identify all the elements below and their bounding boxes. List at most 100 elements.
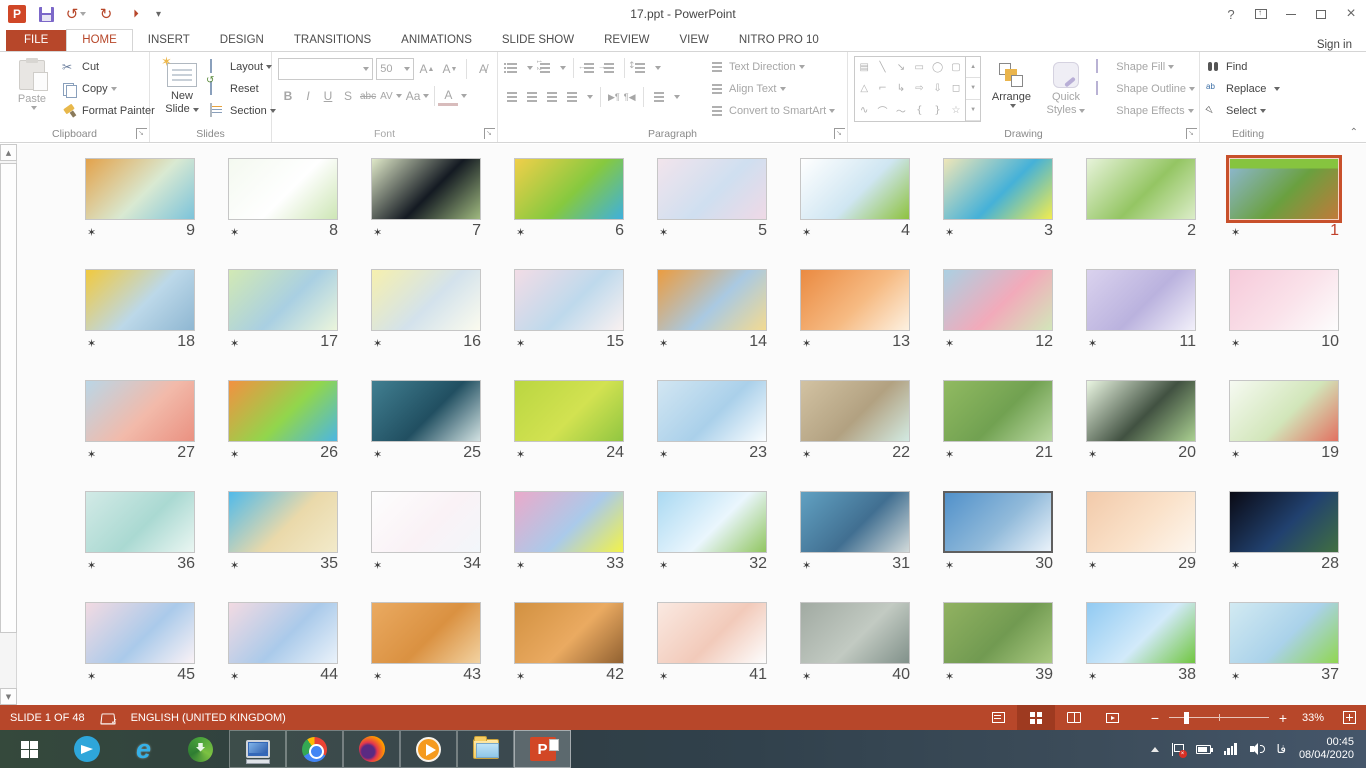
taskbar-app-chrome[interactable] xyxy=(286,730,343,768)
start-button[interactable] xyxy=(0,730,58,768)
taskbar-app-remote-desktop[interactable] xyxy=(229,730,286,768)
shapes-more-icon[interactable]: ▼ xyxy=(966,100,980,121)
slide-thumbnail-42[interactable] xyxy=(514,602,624,664)
slide-thumbnail-11[interactable] xyxy=(1086,269,1196,331)
action-center-icon[interactable]: × xyxy=(1172,743,1183,756)
zoom-percentage[interactable]: 33% xyxy=(1293,712,1333,724)
slide-thumbnail-35[interactable] xyxy=(228,491,338,553)
slide-thumbnail-9[interactable] xyxy=(85,158,195,220)
vertical-scrollbar[interactable]: ▲ ▼ xyxy=(0,144,17,705)
slide-thumbnail-21[interactable] xyxy=(943,380,1053,442)
slide-thumbnail-43[interactable] xyxy=(371,602,481,664)
line-spacing-icon[interactable] xyxy=(632,61,648,75)
slide-thumbnail-6[interactable] xyxy=(514,158,624,220)
taskbar-app-telegram[interactable] xyxy=(58,730,115,768)
shape-arc-icon[interactable]: ⌒ xyxy=(873,100,891,121)
language-indicator[interactable]: ENGLISH (UNITED KINGDOM) xyxy=(131,712,286,724)
slide-thumbnail-26[interactable] xyxy=(228,380,338,442)
slide-thumbnail-4[interactable] xyxy=(800,158,910,220)
convert-to-smartart-button[interactable]: Convert to SmartArt xyxy=(709,100,843,122)
reset-button[interactable]: Reset xyxy=(210,78,267,100)
undo-icon[interactable]: ↺ xyxy=(66,4,86,24)
shape-rounded-rectangle-icon[interactable]: ▢ xyxy=(947,57,965,78)
slide-sorter-view-button[interactable] xyxy=(1017,705,1055,730)
select-button[interactable]: Select xyxy=(1206,100,1292,122)
slide-thumbnail-3[interactable] xyxy=(943,158,1053,220)
clipboard-dialog-launcher[interactable] xyxy=(136,128,147,139)
taskbar-app-firefox[interactable] xyxy=(343,730,400,768)
repeat-icon[interactable]: ↻ xyxy=(96,4,116,24)
font-name-combo[interactable] xyxy=(278,58,373,80)
paste-button[interactable]: Paste xyxy=(6,56,58,124)
shape-elbow-arrow-icon[interactable]: ↳ xyxy=(892,78,910,99)
copy-button[interactable]: Copy xyxy=(62,78,145,100)
scroll-down-icon[interactable]: ▼ xyxy=(0,688,17,705)
zoom-out-button[interactable]: − xyxy=(1145,710,1165,726)
new-slide-button[interactable]: New Slide xyxy=(156,56,208,124)
tab-design[interactable]: DESIGN xyxy=(205,30,279,51)
slide-thumbnail-13[interactable] xyxy=(800,269,910,331)
slide-thumbnail-34[interactable] xyxy=(371,491,481,553)
taskbar-app-file-explorer[interactable] xyxy=(457,730,514,768)
change-case-button[interactable]: Aa xyxy=(404,86,432,106)
shrink-font-button[interactable]: A▼ xyxy=(440,59,460,79)
tab-nitro-pro-10[interactable]: NITRO PRO 10 xyxy=(724,30,834,51)
shape-curve-icon[interactable]: 〜 xyxy=(892,100,910,121)
scroll-up-icon[interactable]: ▲ xyxy=(0,144,17,161)
slide-thumbnail-33[interactable] xyxy=(514,491,624,553)
slide-thumbnail-7[interactable] xyxy=(371,158,481,220)
shapes-scroll-up-icon[interactable]: ▲ xyxy=(966,57,980,78)
clear-formatting-button[interactable]: A̸ xyxy=(473,59,493,79)
tab-slide-show[interactable]: SLIDE SHOW xyxy=(487,30,589,51)
align-text-button[interactable]: Align Text xyxy=(709,78,843,100)
slide-thumbnail-25[interactable] xyxy=(371,380,481,442)
slide-thumbnail-39[interactable] xyxy=(943,602,1053,664)
help-icon[interactable]: ? xyxy=(1216,2,1246,26)
shape-star-icon[interactable]: ☆ xyxy=(947,100,965,121)
tab-animations[interactable]: ANIMATIONS xyxy=(386,30,487,51)
taskbar-app-idm[interactable] xyxy=(172,730,229,768)
collapse-ribbon-icon[interactable]: ⌃ xyxy=(1350,127,1358,138)
shape-outline-button[interactable]: Shape Outline xyxy=(1096,78,1195,100)
slide-thumbnail-23[interactable] xyxy=(657,380,767,442)
powerpoint-app-icon[interactable]: P xyxy=(8,5,26,23)
tab-review[interactable]: REVIEW xyxy=(589,30,664,51)
underline-button[interactable]: U xyxy=(318,86,338,106)
save-icon[interactable] xyxy=(36,4,56,24)
slide-thumbnail-38[interactable] xyxy=(1086,602,1196,664)
text-direction-button[interactable]: Text Direction xyxy=(709,56,843,78)
paragraph-dialog-launcher[interactable] xyxy=(834,128,845,139)
tab-transitions[interactable]: TRANSITIONS xyxy=(279,30,386,51)
taskbar-app-powerpoint[interactable]: P xyxy=(514,730,571,768)
layout-button[interactable]: Layout xyxy=(210,56,267,78)
slide-thumbnail-28[interactable] xyxy=(1229,491,1339,553)
network-signal-icon[interactable] xyxy=(1224,743,1237,755)
customize-qat-icon[interactable]: ▾ xyxy=(156,9,161,20)
slide-thumbnail-40[interactable] xyxy=(800,602,910,664)
shape-scribble-icon[interactable]: ∿ xyxy=(855,100,873,121)
battery-icon[interactable] xyxy=(1196,745,1211,754)
format-painter-button[interactable]: Format Painter xyxy=(62,100,145,122)
drawing-dialog-launcher[interactable] xyxy=(1186,128,1197,139)
text-shadow-button[interactable]: S xyxy=(338,86,358,106)
slide-thumbnail-24[interactable] xyxy=(514,380,624,442)
start-from-beginning-icon[interactable]: ⏵ xyxy=(126,4,146,24)
reading-view-button[interactable] xyxy=(1055,705,1093,730)
align-left-icon[interactable] xyxy=(504,90,520,104)
shape-right-arrow-icon[interactable]: ⇨ xyxy=(910,78,928,99)
columns-icon[interactable] xyxy=(651,90,667,104)
slide-thumbnail-32[interactable] xyxy=(657,491,767,553)
slide-thumbnail-41[interactable] xyxy=(657,602,767,664)
shape-fill-button[interactable]: Shape Fill xyxy=(1096,56,1195,78)
keyboard-language-indicator[interactable]: فا xyxy=(1277,742,1286,756)
strikethrough-button[interactable]: abc xyxy=(358,86,378,106)
tab-home[interactable]: HOME xyxy=(66,29,133,51)
grow-font-button[interactable]: A▲ xyxy=(417,59,437,79)
ribbon-display-options-icon[interactable] xyxy=(1246,2,1276,26)
italic-button[interactable]: I xyxy=(298,86,318,106)
slide-thumbnail-10[interactable] xyxy=(1229,269,1339,331)
volume-icon[interactable] xyxy=(1250,743,1264,755)
shape-callout-icon[interactable]: ◻ xyxy=(947,78,965,99)
zoom-slider-thumb[interactable] xyxy=(1184,712,1189,724)
slide-thumbnail-22[interactable] xyxy=(800,380,910,442)
